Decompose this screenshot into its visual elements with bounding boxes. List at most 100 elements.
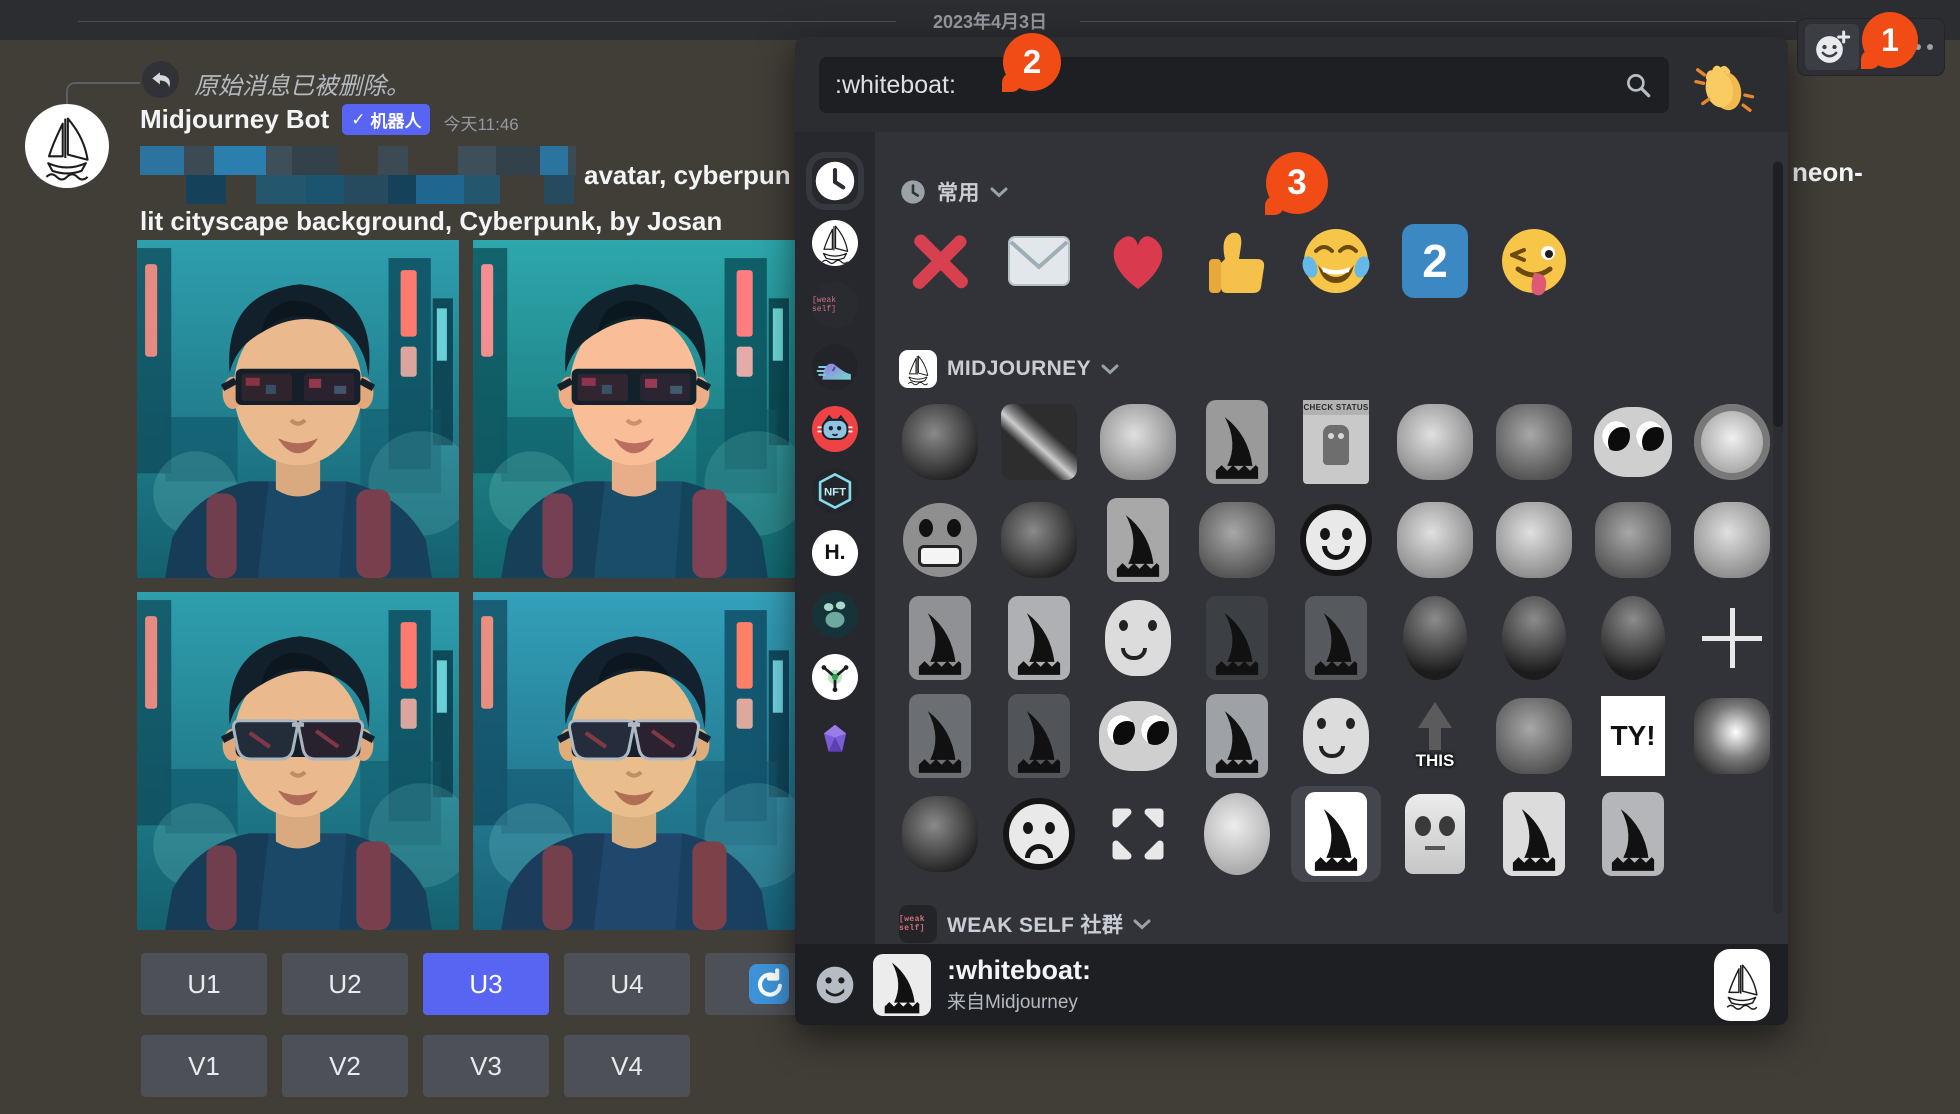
emoji-smoke-ghost[interactable]: [899, 790, 981, 878]
emoji-envelope[interactable]: [998, 217, 1080, 305]
emoji-winking-tongue[interactable]: [1493, 217, 1575, 305]
midjourney-section-header[interactable]: MIDJOURNEY: [899, 350, 1788, 388]
generated-image-3[interactable]: [137, 592, 459, 930]
emoji-cat-shock[interactable]: [1493, 496, 1575, 584]
rail-cat-server[interactable]: [812, 406, 858, 452]
clap-emoji-shortcut[interactable]: [1691, 53, 1755, 117]
author-name[interactable]: Midjourney Bot: [140, 104, 329, 135]
generated-image-1[interactable]: [137, 240, 459, 578]
annotation-step-1: 1: [1861, 12, 1918, 69]
rail-whiteboat-server[interactable]: [812, 220, 858, 266]
emoji-shiny-eyes[interactable]: [1592, 398, 1674, 486]
emoji-whiteboat-selected[interactable]: [1295, 790, 1377, 878]
emoji-whiteboat-3[interactable]: [899, 594, 981, 682]
emoji-expand-arrows[interactable]: [1097, 790, 1179, 878]
rail-nft-server[interactable]: NFT: [812, 468, 858, 514]
rail-weak-self-server[interactable]: [weak self]: [812, 282, 858, 328]
generated-image-2[interactable]: [473, 240, 795, 578]
emoji-whiteboat-8[interactable]: [1196, 692, 1278, 780]
emoji-scream-teeth[interactable]: [899, 496, 981, 584]
emoji-rock-face[interactable]: [1493, 692, 1575, 780]
emoji-skull-heart[interactable]: [1493, 594, 1575, 682]
emoji-search-input[interactable]: :whiteboat:: [819, 57, 1669, 113]
emoji-whiteboat-5[interactable]: [1295, 594, 1377, 682]
emoji-whiteboat-dark[interactable]: [1196, 594, 1278, 682]
variation-button-row: V1 V2 V3 V4: [141, 1035, 690, 1097]
deleted-reply-text: 原始消息已被删除。: [194, 73, 410, 100]
emoji-plague-landscape[interactable]: [1592, 594, 1674, 682]
emoji-red-heart[interactable]: [1097, 217, 1179, 305]
variation-v2-button[interactable]: V2: [282, 1035, 408, 1097]
emoji-blob-smile[interactable]: [1097, 594, 1179, 682]
emoji-this-arrow[interactable]: THIS: [1394, 692, 1476, 780]
emoji-doge[interactable]: [1394, 398, 1476, 486]
emoji-check-status[interactable]: CHECK STATUS: [1295, 398, 1377, 486]
rail-gem-server[interactable]: [812, 716, 858, 762]
emoji-thumbs-up[interactable]: [1196, 217, 1278, 305]
weak-self-section-header[interactable]: [weak self] WEAK SELF 社群: [899, 905, 1788, 943]
emoji-dog[interactable]: [1097, 398, 1179, 486]
emoji-whiteboat-4[interactable]: [998, 594, 1080, 682]
add-reaction-button[interactable]: [1805, 24, 1859, 70]
emoji-plague-doctor[interactable]: [1394, 594, 1476, 682]
whiteboat-server-badge: [1714, 948, 1770, 1021]
variation-v4-button[interactable]: V4: [564, 1035, 690, 1097]
prompt-text-left: avatar, cyberpun: [584, 159, 791, 190]
emoji-sword[interactable]: [998, 398, 1080, 486]
emoji-wide-eyes[interactable]: [1097, 692, 1179, 780]
emoji-whiteboat-10[interactable]: [1592, 790, 1674, 878]
picker-scrollbar[interactable]: [1773, 160, 1783, 914]
emoji-frown-doodle[interactable]: [998, 790, 1080, 878]
emoji-doodle-smile[interactable]: [1295, 496, 1377, 584]
rail-paw-server[interactable]: [812, 592, 858, 638]
upscale-u2-button[interactable]: U2: [282, 953, 408, 1015]
custom-emoji-row: [899, 496, 1788, 584]
emoji-muscle-man[interactable]: [1592, 496, 1674, 584]
emoji-ghost-thumb[interactable]: [1295, 692, 1377, 780]
midjourney-image-grid[interactable]: [137, 240, 795, 930]
emoji-face-joy[interactable]: [1295, 217, 1377, 305]
emoji-glow-smoke[interactable]: [1691, 692, 1773, 780]
emoji-rain-blob[interactable]: [1691, 496, 1773, 584]
variation-v1-button[interactable]: V1: [141, 1035, 267, 1097]
emoji-ty-card[interactable]: TY!: [1592, 692, 1674, 780]
emoji-laugh-mask[interactable]: [1394, 496, 1476, 584]
midjourney-server-icon: [899, 350, 937, 388]
picker-category-rail: [weak self] NFT H.: [795, 132, 875, 944]
emoji-keycap-2[interactable]: 2: [1394, 217, 1476, 305]
scrollbar-thumb[interactable]: [1773, 162, 1783, 427]
prompt-text-right: neon-: [1792, 157, 1863, 187]
generated-image-4[interactable]: [473, 592, 795, 930]
emoji-robot-bust[interactable]: [1394, 790, 1476, 878]
emoji-whiteboat-9[interactable]: [1493, 790, 1575, 878]
smiley-category-icon[interactable]: [813, 963, 857, 1007]
rail-h-dot-server[interactable]: H.: [812, 530, 858, 576]
annotation-step-2: 2: [1002, 33, 1061, 92]
upscale-u3-button[interactable]: U3: [423, 953, 549, 1015]
emoji-whiteboat-gray[interactable]: [1196, 398, 1278, 486]
emoji-octopus-facepalm[interactable]: [1493, 398, 1575, 486]
emoji-whiteboat-7[interactable]: [998, 692, 1080, 780]
midjourney-avatar[interactable]: [25, 104, 109, 188]
chevron-down-icon: [1133, 918, 1151, 930]
emoji-bear-look[interactable]: [1196, 496, 1278, 584]
frequent-section-header[interactable]: 常用: [899, 177, 1788, 207]
rail-sneaker-server[interactable]: [812, 344, 858, 390]
upscale-u4-button[interactable]: U4: [564, 953, 690, 1015]
emoji-spooky-cloud[interactable]: [899, 398, 981, 486]
emoji-galaxy-head[interactable]: [998, 496, 1080, 584]
emoji-no-ghost[interactable]: [1691, 398, 1773, 486]
chevron-down-icon: [1101, 363, 1119, 375]
variation-v3-button[interactable]: V3: [423, 1035, 549, 1097]
emoji-whiteboat-6[interactable]: [899, 692, 981, 780]
emoji-plus-sign[interactable]: [1691, 594, 1773, 682]
refresh-icon: [749, 964, 789, 1004]
emoji-cross-mark[interactable]: [899, 217, 981, 305]
emoji-whiteboat-2[interactable]: [1097, 496, 1179, 584]
date-divider: 2023年4月3日: [932, 12, 1048, 32]
weak-self-server-icon: [weak self]: [899, 905, 937, 943]
rail-molecule-server[interactable]: [812, 654, 858, 700]
rail-recent-clock[interactable]: [812, 158, 858, 204]
emoji-moon-face[interactable]: [1196, 790, 1278, 878]
upscale-u1-button[interactable]: U1: [141, 953, 267, 1015]
